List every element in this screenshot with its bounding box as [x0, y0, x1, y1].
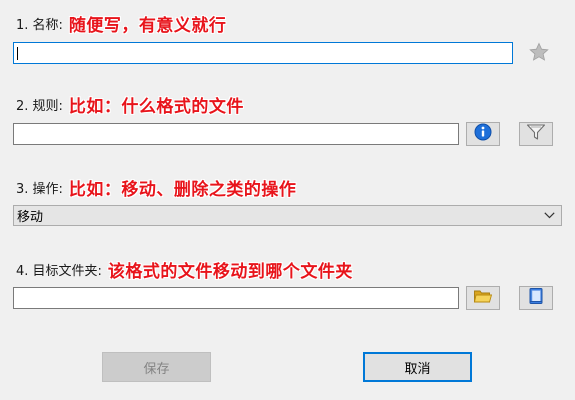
name-annotation: 随便写，有意义就行	[68, 15, 227, 36]
operation-label: 3. 操作:	[16, 181, 63, 197]
name-input[interactable]	[13, 42, 513, 64]
operation-selected-value: 移动	[17, 210, 44, 225]
favorite-button[interactable]	[527, 42, 551, 66]
target-folder-label-row: 4. 目标文件夹: 该格式的文件移动到哪个文件夹	[16, 258, 353, 282]
chevron-down-icon	[544, 208, 555, 223]
target-folder-input[interactable]	[13, 287, 459, 309]
text-caret	[17, 47, 18, 60]
save-button[interactable]: 保存	[102, 352, 211, 382]
book-icon	[527, 287, 545, 309]
rule-label: 2. 规则:	[16, 98, 63, 114]
operation-annotation: 比如：移动、删除之类的操作	[68, 179, 297, 200]
target-folder-label: 4. 目标文件夹:	[16, 263, 102, 279]
star-icon	[529, 42, 549, 66]
rule-input[interactable]	[13, 123, 459, 145]
name-label: 1. 名称:	[16, 17, 63, 33]
operation-label-row: 3. 操作: 比如：移动、删除之类的操作	[16, 176, 297, 200]
open-book-button[interactable]	[519, 286, 553, 310]
filter-icon	[526, 123, 546, 145]
operation-select[interactable]: 移动	[13, 205, 562, 226]
browse-folder-button[interactable]	[466, 286, 500, 310]
folder-icon	[473, 287, 493, 309]
rule-info-button[interactable]	[466, 122, 500, 146]
rule-label-row: 2. 规则: 比如：什么格式的文件	[16, 93, 244, 117]
rule-annotation: 比如：什么格式的文件	[68, 96, 244, 117]
name-label-row: 1. 名称: 随便写，有意义就行	[16, 12, 227, 36]
cancel-button[interactable]: 取消	[363, 352, 472, 382]
rule-filter-button[interactable]	[519, 122, 553, 146]
rule-editor-dialog: 1. 名称: 随便写，有意义就行 2. 规则: 比如：什么格式的文件 3. 操作…	[0, 0, 575, 400]
target-folder-annotation: 该格式的文件移动到哪个文件夹	[107, 261, 353, 282]
info-icon	[474, 123, 492, 145]
